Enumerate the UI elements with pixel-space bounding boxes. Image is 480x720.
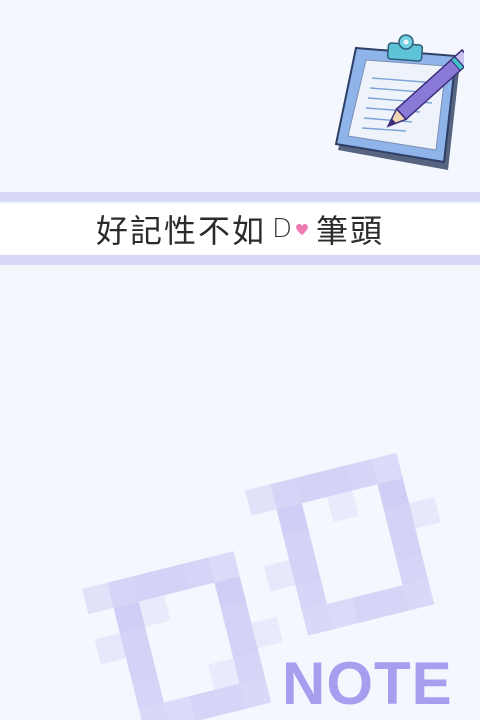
banner-do-text: D: [272, 214, 310, 244]
clipboard-icon: [334, 34, 464, 170]
banner-top-stripe: [0, 192, 480, 202]
banner-title-prefix: 好記性不如: [95, 212, 266, 250]
note-watermark: NOTE: [282, 650, 453, 717]
banner-bottom-stripe: [0, 255, 480, 265]
heart-icon: [296, 223, 308, 235]
banner-title-suffix: 筆頭: [316, 212, 385, 250]
banner-title: 好記性不如 D 筆頭: [0, 204, 480, 254]
